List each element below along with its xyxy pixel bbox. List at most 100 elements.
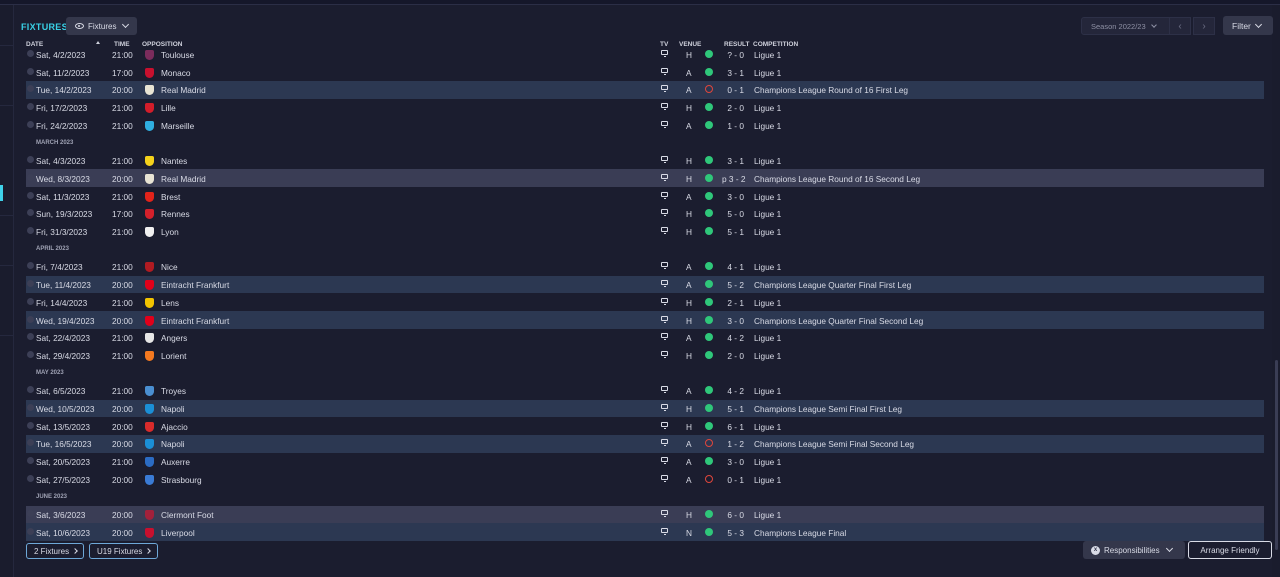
opposition-name[interactable]: Ajaccio [161, 422, 188, 432]
club-badge-icon[interactable] [145, 386, 154, 397]
fixture-row[interactable]: Sat, 11/3/2023 21:00 Brest A 3 - 0 Ligue 1 [26, 187, 1264, 205]
fixture-result[interactable]: 5 - 3 [722, 528, 744, 538]
fixture-row[interactable]: Sat, 20/5/2023 21:00 Auxerre A 3 - 0 Ligue 1 [26, 453, 1264, 471]
opposition-name[interactable]: Napoli [161, 404, 185, 414]
scrollbar[interactable] [1272, 5, 1280, 577]
opposition-name[interactable]: Eintracht Frankfurt [161, 280, 229, 290]
fixture-competition[interactable]: Ligue 1 [754, 103, 781, 113]
fixture-row[interactable]: Sat, 11/2/2023 17:00 Monaco A 3 - 1 Ligue 1 [26, 63, 1264, 81]
fixture-competition[interactable]: Champions League Round of 16 Second Leg [754, 174, 920, 184]
fixture-row[interactable]: Sat, 29/4/2023 21:00 Lorient H 2 - 0 Ligue 1 [26, 346, 1264, 364]
fixture-result[interactable]: 0 - 1 [722, 475, 744, 485]
fixture-competition[interactable]: Ligue 1 [754, 386, 781, 396]
fixture-result[interactable]: 4 - 2 [722, 386, 744, 396]
fixture-result[interactable]: 5 - 2 [722, 280, 744, 290]
fixture-competition[interactable]: Ligue 1 [754, 121, 781, 131]
scrollbar-thumb[interactable] [1275, 360, 1278, 550]
opposition-name[interactable]: Lyon [161, 227, 179, 237]
fixture-competition[interactable]: Champions League Final [754, 528, 846, 538]
fixture-row[interactable]: Tue, 11/4/2023 20:00 Eintracht Frankfurt A 5… [26, 275, 1264, 294]
fixture-result[interactable]: 2 - 1 [722, 298, 744, 308]
club-badge-icon[interactable] [145, 350, 154, 361]
fixture-result[interactable]: 3 - 1 [722, 156, 744, 166]
fixture-result[interactable]: 1 - 0 [722, 121, 744, 131]
fixture-result[interactable]: 6 - 0 [722, 510, 744, 520]
club-badge-icon[interactable] [145, 262, 154, 273]
fixture-result[interactable]: 6 - 1 [722, 422, 744, 432]
fixture-competition[interactable]: Ligue 1 [754, 351, 781, 361]
fixture-competition[interactable]: Champions League Quarter Final First Leg [754, 280, 911, 290]
arrange-friendly-button[interactable]: Arrange Friendly [1188, 541, 1272, 559]
u19-fixtures-button[interactable]: U19 Fixtures [89, 543, 158, 559]
opposition-name[interactable]: Lorient [161, 351, 186, 361]
club-badge-icon[interactable] [145, 85, 154, 96]
fixture-competition[interactable]: Ligue 1 [754, 510, 781, 520]
club-badge-icon[interactable] [145, 67, 154, 78]
fixture-result[interactable]: 4 - 2 [722, 333, 744, 343]
opposition-name[interactable]: Nice [161, 262, 178, 272]
fixture-row[interactable]: Wed, 10/5/2023 20:00 Napoli H 5 - 1 Champions… [26, 399, 1264, 418]
fixture-row[interactable]: Sat, 22/4/2023 21:00 Angers A 4 - 2 Ligue 1 [26, 329, 1264, 347]
club-badge-icon[interactable] [145, 510, 154, 521]
opposition-name[interactable]: Real Madrid [161, 174, 206, 184]
opposition-name[interactable]: Liverpool [161, 528, 195, 538]
fixture-result[interactable]: 2 - 0 [722, 351, 744, 361]
club-badge-icon[interactable] [145, 120, 154, 131]
fixture-row[interactable]: Sat, 6/5/2023 21:00 Troyes A 4 - 2 Ligue 1 [26, 382, 1264, 400]
club-badge-icon[interactable] [145, 404, 154, 414]
fixture-result[interactable]: 3 - 1 [722, 68, 744, 78]
fixture-competition[interactable]: Ligue 1 [754, 333, 781, 343]
fixture-row[interactable]: Tue, 16/5/2023 20:00 Napoli A 1 - 2 Champions… [26, 434, 1264, 453]
club-badge-icon[interactable] [145, 315, 154, 326]
fixture-row[interactable]: Fri, 31/3/2023 21:00 Lyon H 5 - 1 Ligue 1 [26, 223, 1264, 241]
fixtures-count-button[interactable]: 2 Fixtures [26, 543, 84, 559]
opposition-name[interactable]: Marseille [161, 121, 194, 131]
fixture-row[interactable]: Fri, 24/2/2023 21:00 Marseille A 1 - 0 Ligue … [26, 116, 1264, 134]
fixture-result[interactable]: 5 - 0 [722, 209, 744, 219]
opposition-name[interactable]: Angers [161, 333, 187, 343]
fixture-result[interactable]: 1 - 2 [722, 439, 744, 449]
club-badge-icon[interactable] [145, 297, 154, 308]
club-badge-icon[interactable] [145, 173, 154, 184]
fixture-row[interactable]: Fri, 14/4/2023 21:00 Lens H 2 - 1 Ligue 1 [26, 293, 1264, 311]
view-dropdown[interactable]: Fixtures [66, 17, 137, 35]
club-badge-icon[interactable] [145, 333, 154, 344]
fixture-result[interactable]: 3 - 0 [722, 192, 744, 202]
club-badge-icon[interactable] [145, 280, 154, 291]
club-badge-icon[interactable] [145, 191, 154, 202]
fixture-result[interactable]: 5 - 1 [722, 404, 744, 414]
opposition-name[interactable]: Toulouse [161, 50, 194, 60]
fixture-competition[interactable]: Ligue 1 [754, 227, 781, 237]
club-badge-icon[interactable] [145, 474, 154, 485]
fixture-row[interactable]: Tue, 14/2/2023 20:00 Real Madrid A 0 - 1 Cham… [26, 80, 1264, 99]
fixture-competition[interactable]: Ligue 1 [754, 50, 781, 60]
fixture-result[interactable]: 3 - 0 [722, 457, 744, 467]
fixture-competition[interactable]: Ligue 1 [754, 475, 781, 485]
opposition-name[interactable]: Troyes [161, 386, 186, 396]
fixture-competition[interactable]: Champions League Semi Final Second Leg [754, 439, 914, 449]
fixture-competition[interactable]: Ligue 1 [754, 422, 781, 432]
fixture-row[interactable]: Sat, 4/3/2023 21:00 Nantes H 3 - 1 Ligue 1 [26, 152, 1264, 170]
opposition-name[interactable]: Strasbourg [161, 475, 202, 485]
opposition-name[interactable]: Clermont Foot [161, 510, 214, 520]
opposition-name[interactable]: Lens [161, 298, 179, 308]
fixture-row[interactable]: Sun, 19/3/2023 17:00 Rennes H 5 - 0 Ligue 1 [26, 205, 1264, 223]
previous-season-button[interactable]: ‹ [1169, 17, 1191, 35]
responsibilities-button[interactable]: x Responsibilities [1083, 541, 1185, 559]
opposition-name[interactable]: Rennes [161, 209, 190, 219]
fixture-competition[interactable]: Ligue 1 [754, 262, 781, 272]
opposition-name[interactable]: Lille [161, 103, 176, 113]
fixture-result[interactable]: 3 - 0 [722, 316, 744, 326]
club-badge-icon[interactable] [145, 103, 154, 114]
fixture-competition[interactable]: Champions League Semi Final First Leg [754, 404, 902, 414]
filter-button[interactable]: Filter [1223, 16, 1273, 35]
fixture-result[interactable]: 2 - 0 [722, 103, 744, 113]
opposition-name[interactable]: Monaco [161, 68, 191, 78]
fixture-competition[interactable]: Ligue 1 [754, 68, 781, 78]
fixture-row[interactable]: Fri, 17/2/2023 21:00 Lille H 2 - 0 Ligue 1 [26, 99, 1264, 117]
fixture-result[interactable]: 0 - 1 [722, 85, 744, 95]
opposition-name[interactable]: Real Madrid [161, 85, 206, 95]
club-badge-icon[interactable] [145, 439, 154, 450]
opposition-name[interactable]: Nantes [161, 156, 187, 166]
opposition-name[interactable]: Brest [161, 192, 180, 202]
